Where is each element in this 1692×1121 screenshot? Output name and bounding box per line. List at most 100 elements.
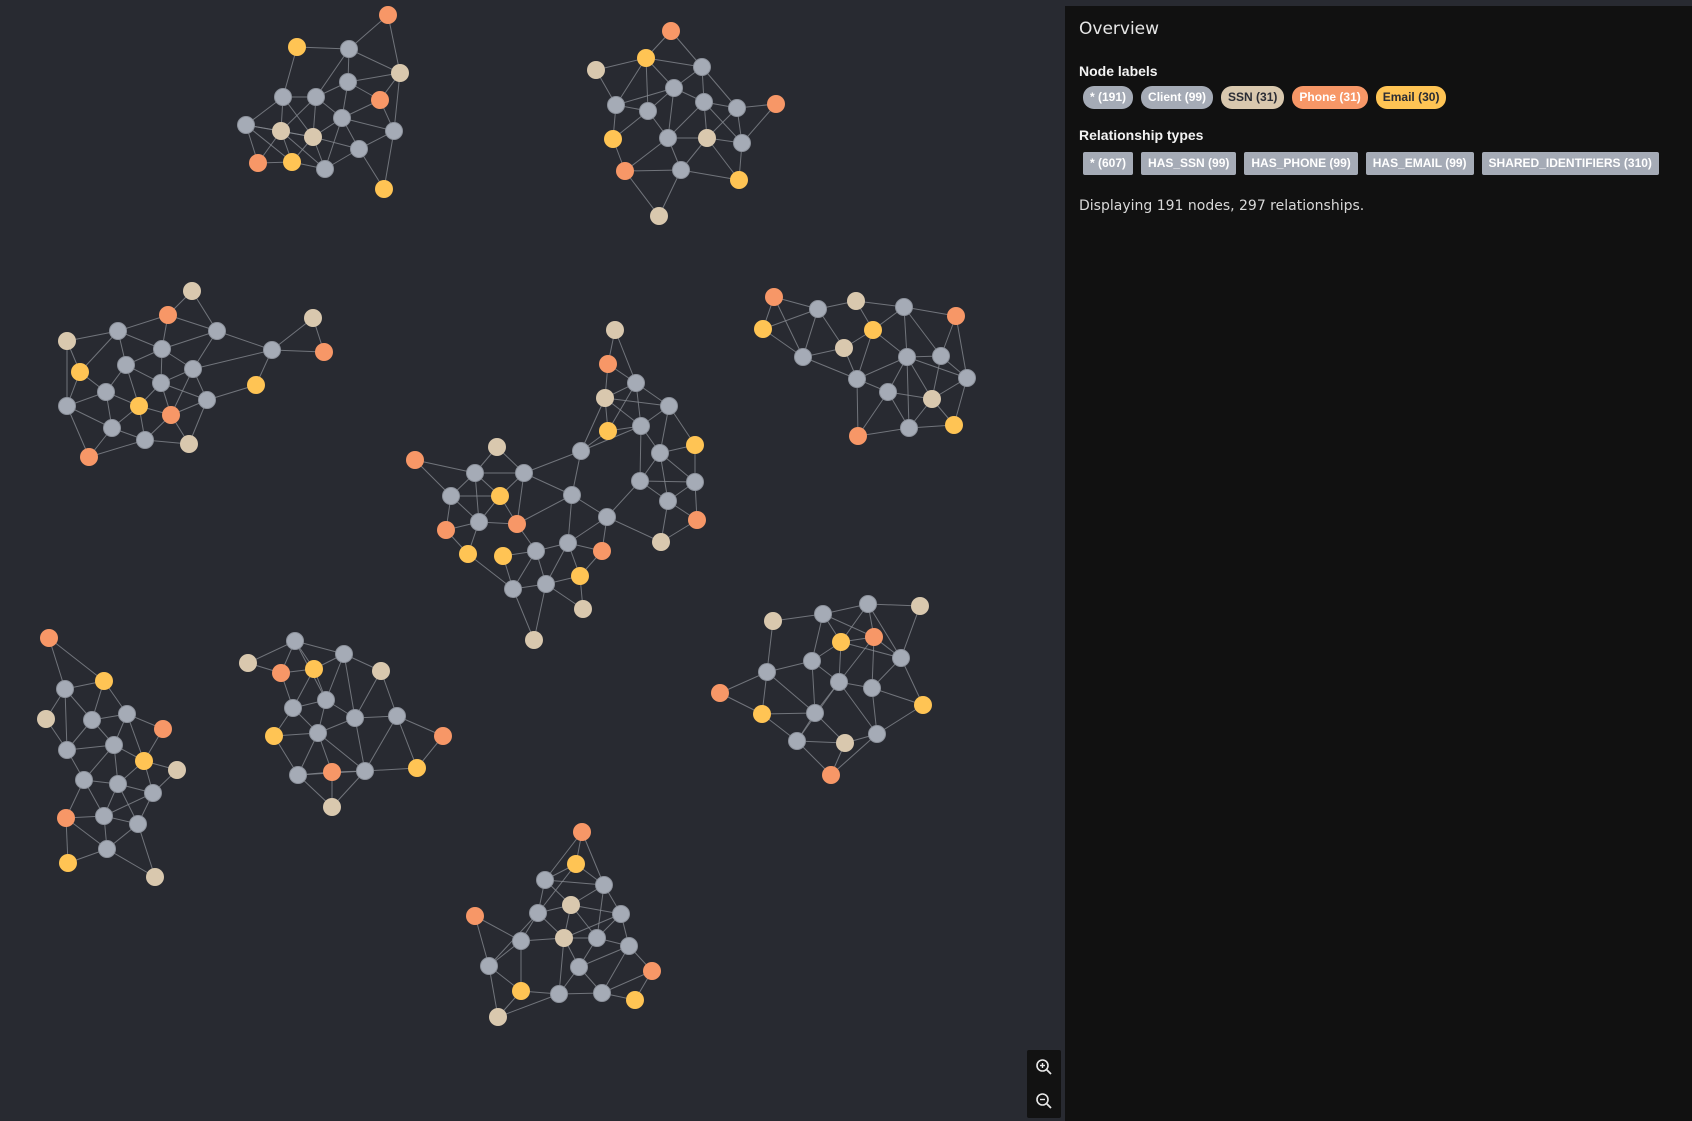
- phone-node[interactable]: [437, 521, 455, 539]
- relationship-edge[interactable]: [192, 349, 273, 370]
- ssn-node[interactable]: [372, 662, 390, 680]
- client-node[interactable]: [307, 88, 325, 106]
- client-node[interactable]: [75, 771, 93, 789]
- client-node[interactable]: [639, 102, 657, 120]
- phone-node[interactable]: [599, 355, 617, 373]
- client-node[interactable]: [136, 431, 154, 449]
- client-node[interactable]: [607, 96, 625, 114]
- client-node[interactable]: [309, 724, 327, 742]
- email-node[interactable]: [305, 660, 323, 678]
- phone-node[interactable]: [272, 664, 290, 682]
- zoom-in-button[interactable]: [1027, 1050, 1061, 1084]
- email-node[interactable]: [247, 376, 265, 394]
- email-node[interactable]: [512, 982, 530, 1000]
- email-node[interactable]: [753, 705, 771, 723]
- relationship-type-has-email[interactable]: HAS_EMAIL (99): [1365, 152, 1474, 175]
- phone-node[interactable]: [767, 95, 785, 113]
- phone-node[interactable]: [662, 22, 680, 40]
- ssn-node[interactable]: [562, 896, 580, 914]
- client-node[interactable]: [593, 984, 611, 1002]
- ssn-node[interactable]: [168, 761, 186, 779]
- client-node[interactable]: [97, 383, 115, 401]
- phone-node[interactable]: [162, 406, 180, 424]
- phone-node[interactable]: [406, 451, 424, 469]
- client-node[interactable]: [480, 957, 498, 975]
- graph-canvas[interactable]: [0, 0, 1065, 1121]
- client-node[interactable]: [129, 815, 147, 833]
- client-node[interactable]: [631, 472, 649, 490]
- client-node[interactable]: [665, 79, 683, 97]
- email-node[interactable]: [265, 727, 283, 745]
- relationship-edge[interactable]: [497, 993, 560, 1018]
- ssn-node[interactable]: [847, 292, 865, 310]
- relationship-type-shared-identifiers[interactable]: SHARED_IDENTIFIERS (310): [1481, 152, 1659, 175]
- client-node[interactable]: [117, 356, 135, 374]
- relationship-edge[interactable]: [364, 715, 398, 772]
- client-node[interactable]: [758, 663, 776, 681]
- client-node[interactable]: [728, 99, 746, 117]
- email-node[interactable]: [599, 422, 617, 440]
- client-node[interactable]: [879, 383, 897, 401]
- email-node[interactable]: [408, 759, 426, 777]
- client-node[interactable]: [109, 322, 127, 340]
- client-node[interactable]: [863, 679, 881, 697]
- phone-node[interactable]: [688, 511, 706, 529]
- email-node[interactable]: [95, 672, 113, 690]
- client-node[interactable]: [932, 347, 950, 365]
- client-node[interactable]: [550, 985, 568, 1003]
- relationship-edge[interactable]: [343, 653, 356, 719]
- client-node[interactable]: [693, 58, 711, 76]
- node-label-phone[interactable]: Phone (31): [1292, 86, 1368, 109]
- client-node[interactable]: [466, 464, 484, 482]
- phone-node[interactable]: [57, 809, 75, 827]
- ssn-node[interactable]: [304, 128, 322, 146]
- ssn-node[interactable]: [183, 282, 201, 300]
- client-node[interactable]: [237, 116, 255, 134]
- client-node[interactable]: [118, 705, 136, 723]
- client-node[interactable]: [263, 341, 281, 359]
- email-node[interactable]: [567, 855, 585, 873]
- client-node[interactable]: [504, 580, 522, 598]
- ssn-node[interactable]: [272, 122, 290, 140]
- phone-node[interactable]: [573, 823, 591, 841]
- ssn-node[interactable]: [304, 309, 322, 327]
- phone-node[interactable]: [711, 684, 729, 702]
- ssn-node[interactable]: [764, 612, 782, 630]
- email-node[interactable]: [494, 547, 512, 565]
- ssn-node[interactable]: [587, 61, 605, 79]
- client-node[interactable]: [385, 122, 403, 140]
- client-node[interactable]: [515, 464, 533, 482]
- client-node[interactable]: [95, 807, 113, 825]
- client-node[interactable]: [958, 369, 976, 387]
- ssn-node[interactable]: [698, 129, 716, 147]
- phone-node[interactable]: [616, 162, 634, 180]
- relationship-edge[interactable]: [906, 356, 910, 429]
- client-node[interactable]: [895, 298, 913, 316]
- ssn-node[interactable]: [836, 734, 854, 752]
- email-node[interactable]: [754, 320, 772, 338]
- ssn-node[interactable]: [180, 435, 198, 453]
- client-node[interactable]: [339, 73, 357, 91]
- client-node[interactable]: [289, 766, 307, 784]
- relationship-edge[interactable]: [766, 671, 816, 714]
- client-node[interactable]: [286, 632, 304, 650]
- phone-node[interactable]: [947, 307, 965, 325]
- client-node[interactable]: [803, 652, 821, 670]
- phone-node[interactable]: [249, 154, 267, 172]
- client-node[interactable]: [659, 492, 677, 510]
- ssn-node[interactable]: [650, 207, 668, 225]
- ssn-node[interactable]: [923, 390, 941, 408]
- client-node[interactable]: [612, 905, 630, 923]
- ssn-node[interactable]: [323, 798, 341, 816]
- email-node[interactable]: [288, 38, 306, 56]
- client-node[interactable]: [620, 937, 638, 955]
- email-node[interactable]: [59, 854, 77, 872]
- client-node[interactable]: [695, 93, 713, 111]
- zoom-out-button[interactable]: [1027, 1084, 1061, 1118]
- node-label-all[interactable]: * (191): [1083, 86, 1134, 109]
- client-node[interactable]: [806, 704, 824, 722]
- client-node[interactable]: [859, 595, 877, 613]
- client-node[interactable]: [588, 929, 606, 947]
- client-node[interactable]: [529, 904, 547, 922]
- phone-node[interactable]: [323, 763, 341, 781]
